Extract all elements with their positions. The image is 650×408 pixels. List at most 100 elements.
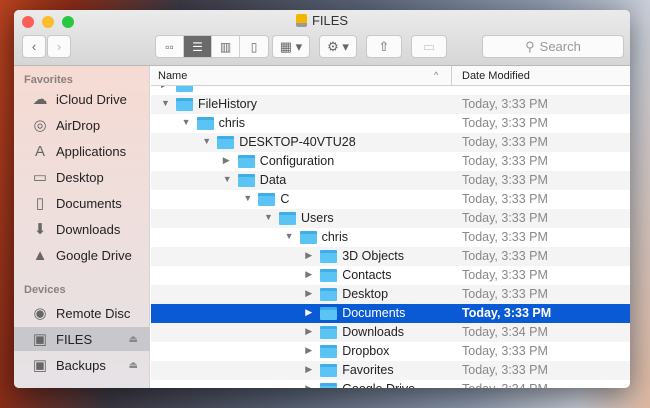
sidebar-item[interactable]: ▲ Google Drive — [14, 243, 150, 267]
disclosure-collapsed-icon[interactable]: ▶ — [305, 250, 312, 261]
sidebar-item[interactable]: ◉ Remote Disc — [14, 301, 150, 325]
file-name: Dropbox — [342, 344, 390, 358]
disclosure-expanded-icon[interactable]: ▼ — [285, 231, 294, 241]
table-row[interactable]: ▶ Contacts Today, 3:33 PM — [151, 266, 630, 285]
search-field[interactable]: ⚲ Search — [482, 35, 624, 58]
disclosure-collapsed-icon[interactable]: ▶ — [161, 86, 168, 90]
date-modified: Today, 3:33 PM — [462, 97, 548, 111]
list-view-button[interactable]: ☰ — [184, 36, 212, 57]
name-column-header[interactable]: Name — [158, 70, 187, 82]
table-row[interactable]: ▶ Dropbox Today, 3:33 PM — [151, 342, 630, 361]
table-row[interactable]: ▼ Users Today, 3:33 PM — [151, 209, 630, 228]
folder-icon — [237, 174, 255, 187]
date-modified: Today, 3:33 PM — [462, 230, 548, 244]
column-divider[interactable] — [451, 66, 452, 86]
disclosure-expanded-icon[interactable]: ▼ — [264, 212, 273, 222]
sidebar-item[interactable]: ◎ AirDrop — [14, 113, 150, 137]
tag-button[interactable]: ▭ — [411, 35, 447, 58]
title-bar: FILES ‹ › ▫▫ ☰ ▥ ▯ ▦ ▾ ⚙ ▾ ⇧ ▭ ⚲ Search — [14, 10, 630, 66]
date-modified: Today, 3:33 PM — [462, 306, 552, 320]
file-name: chris — [218, 116, 245, 130]
share-button[interactable]: ⇧ — [366, 35, 402, 58]
forward-button[interactable]: › — [47, 35, 71, 58]
table-row[interactable]: ▼ chris Today, 3:33 PM — [151, 114, 630, 133]
drive-icon: ▣ — [32, 331, 48, 348]
table-row[interactable]: ▶ Downloads Today, 3:34 PM — [151, 323, 630, 342]
disclosure-collapsed-icon[interactable]: ▶ — [305, 383, 312, 388]
disclosure-collapsed-icon[interactable]: ▶ — [305, 307, 312, 318]
sidebar-item-label: Google Drive — [56, 247, 132, 263]
file-name: DESKTOP-40VTU28 — [239, 135, 356, 149]
table-row[interactable]: ▼ Data Today, 3:33 PM — [151, 171, 630, 190]
icon-view-button[interactable]: ▫▫ — [156, 36, 184, 57]
sidebar-item[interactable]: ▣ FILES ⏏ — [14, 327, 150, 351]
finder-window: FILES ‹ › ▫▫ ☰ ▥ ▯ ▦ ▾ ⚙ ▾ ⇧ ▭ ⚲ Search F… — [14, 10, 630, 388]
documents-icon: ▯ — [35, 195, 45, 212]
disclosure-expanded-icon[interactable]: ▼ — [243, 193, 252, 203]
file-name: Documents — [342, 306, 406, 320]
google-drive-icon: ▲ — [32, 246, 48, 264]
table-row[interactable]: ▼ C Today, 3:33 PM — [151, 190, 630, 209]
file-name: C — [280, 192, 290, 206]
disclosure-expanded-icon[interactable]: ▼ — [202, 136, 211, 146]
disclosure-collapsed-icon[interactable]: ▶ — [305, 326, 312, 337]
downloads-icon: ⬇ — [33, 221, 47, 238]
table-row[interactable]: ▼ DESKTOP-40VTU28 Today, 3:33 PM — [151, 133, 630, 152]
folder-icon — [299, 231, 317, 244]
folder-icon — [320, 307, 338, 320]
table-row[interactable]: ▶ Favorites Today, 3:33 PM — [151, 361, 630, 380]
folder-icon — [258, 193, 276, 206]
table-row[interactable]: ▶ Google Drive Today, 3:34 PM — [151, 380, 630, 388]
sidebar-item[interactable]: ⬇ Downloads — [14, 217, 150, 241]
disclosure-expanded-icon[interactable]: ▼ — [223, 174, 232, 184]
date-modified: Today, 3:33 PM — [462, 135, 548, 149]
sidebar-item[interactable]: ▯ Documents — [14, 191, 150, 215]
devices-header: Devices — [24, 284, 66, 296]
disclosure-expanded-icon[interactable]: ▼ — [182, 117, 191, 127]
file-name: Contacts — [342, 268, 392, 282]
disclosure-collapsed-icon[interactable]: ▶ — [305, 364, 312, 375]
table-row[interactable]: ▶ 3D Objects Today, 3:33 PM — [151, 247, 630, 266]
table-row[interactable]: ▶ — [151, 86, 630, 95]
disc-icon: ◉ — [33, 305, 47, 322]
sidebar-item[interactable]: ▭ Desktop — [14, 165, 150, 189]
folder-icon — [320, 364, 338, 377]
eject-icon[interactable]: ⏏ — [129, 360, 138, 371]
sidebar-item[interactable]: A Applications — [14, 139, 150, 163]
date-modified: Today, 3:33 PM — [462, 344, 548, 358]
back-button[interactable]: ‹ — [22, 35, 46, 58]
table-row[interactable]: ▼ chris Today, 3:33 PM — [151, 228, 630, 247]
disclosure-expanded-icon[interactable]: ▼ — [161, 98, 170, 108]
table-row[interactable]: ▶ Configuration Today, 3:33 PM — [151, 152, 630, 171]
file-name: chris — [321, 230, 348, 244]
action-gear-button[interactable]: ⚙ ▾ — [319, 35, 357, 58]
sidebar-item-label: Documents — [56, 195, 122, 211]
column-view-button[interactable]: ▥ — [212, 36, 240, 57]
sort-ascending-icon: ^ — [434, 70, 439, 80]
sidebar-item-label: iCloud Drive — [56, 91, 127, 107]
disclosure-collapsed-icon[interactable]: ▶ — [305, 269, 312, 280]
table-row[interactable]: ▶ Desktop Today, 3:33 PM — [151, 285, 630, 304]
sidebar-item[interactable]: ☁ iCloud Drive — [14, 87, 150, 111]
sidebar-item-label: Desktop — [56, 169, 104, 185]
view-mode-segment: ▫▫ ☰ ▥ ▯ — [155, 35, 269, 58]
folder-icon — [320, 345, 338, 358]
folder-icon — [237, 155, 255, 168]
sidebar-item-label: Backups — [56, 357, 106, 373]
file-name: Data — [259, 173, 287, 187]
sidebar: Favorites ☁ iCloud Drive ◎ AirDrop A Applicat… — [14, 66, 150, 388]
sidebar-item-label: FILES — [56, 331, 93, 347]
table-row[interactable]: ▼ FileHistory Today, 3:33 PM — [151, 95, 630, 114]
search-placeholder: Search — [539, 39, 581, 54]
disclosure-collapsed-icon[interactable]: ▶ — [305, 345, 312, 356]
disclosure-collapsed-icon[interactable]: ▶ — [223, 155, 230, 166]
table-row[interactable]: ▶ Documents Today, 3:33 PM — [151, 304, 630, 323]
coverflow-view-button[interactable]: ▯ — [240, 36, 268, 57]
file-name: FileHistory — [198, 97, 258, 111]
sidebar-item[interactable]: ▣ Backups ⏏ — [14, 353, 150, 377]
arrange-button[interactable]: ▦ ▾ — [272, 35, 310, 58]
eject-icon[interactable]: ⏏ — [129, 334, 138, 345]
date-column-header[interactable]: Date Modified — [462, 70, 530, 82]
folder-icon — [320, 288, 338, 301]
disclosure-collapsed-icon[interactable]: ▶ — [305, 288, 312, 299]
